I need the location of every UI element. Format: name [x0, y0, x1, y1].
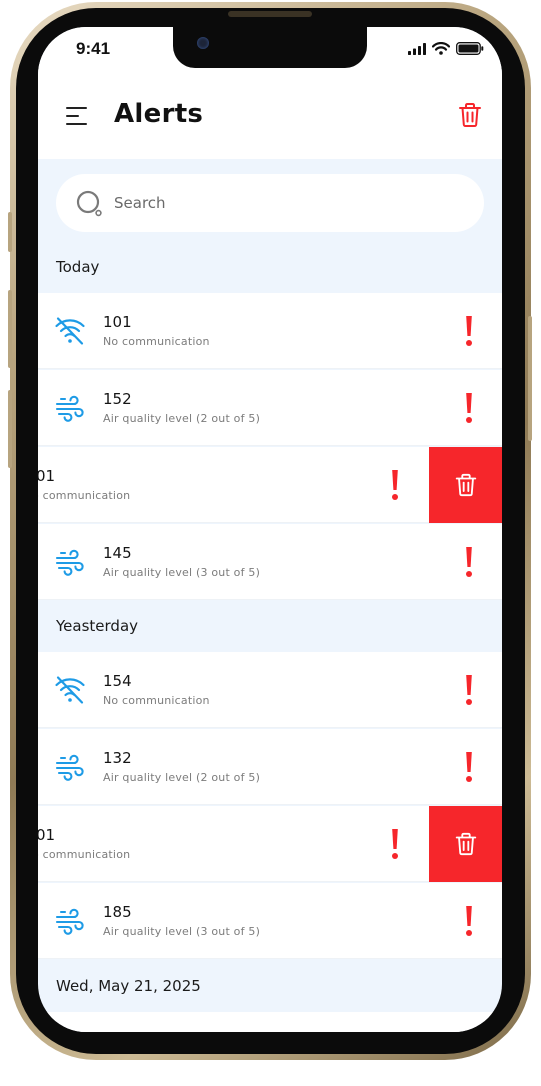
wind-icon — [55, 549, 84, 576]
exclamation-icon — [392, 470, 398, 500]
alert-row-swiped[interactable]: 01 o communication — [38, 447, 502, 523]
exclamation-icon — [466, 316, 472, 346]
camera-lens — [197, 37, 209, 49]
alert-row-swiped[interactable]: 01 o communication — [38, 806, 502, 882]
section-label-today: Today — [56, 258, 100, 276]
top-speaker-grille — [228, 11, 312, 17]
delete-button[interactable] — [429, 447, 502, 523]
volume-up-button — [8, 290, 12, 368]
alert-row[interactable]: 145 Air quality level (3 out of 5) — [38, 524, 502, 600]
status-icons — [408, 42, 484, 55]
search-icon — [76, 190, 102, 217]
alert-device-id: 152 — [103, 390, 132, 408]
wifi-off-icon — [55, 317, 85, 345]
alert-device-id: 154 — [103, 672, 132, 690]
volume-down-button — [8, 390, 12, 468]
trash-icon — [455, 832, 477, 856]
exclamation-icon — [466, 547, 472, 577]
silent-switch — [8, 212, 12, 252]
alert-row[interactable]: 132 Air quality level (2 out of 5) — [38, 729, 502, 805]
section-label-date: Wed, May 21, 2025 — [56, 977, 201, 995]
alert-device-id: 145 — [103, 544, 132, 562]
page-title: Alerts — [114, 99, 204, 129]
alert-device-id: 101 — [103, 313, 132, 331]
section-label-yesterday: Yeasterday — [56, 617, 139, 635]
alert-description: No communication — [103, 694, 210, 707]
wind-icon — [55, 908, 84, 935]
alert-row[interactable]: 101 No communication — [38, 293, 502, 369]
alert-device-id: 01 — [38, 467, 56, 485]
wifi-off-icon — [55, 676, 85, 704]
power-button — [528, 316, 532, 441]
alert-description: o communication — [38, 848, 131, 861]
cellular-signal-icon — [408, 42, 426, 55]
battery-icon — [456, 42, 484, 55]
search-input[interactable] — [114, 188, 454, 218]
exclamation-icon — [392, 829, 398, 859]
delete-all-trash-icon[interactable] — [456, 101, 484, 129]
wifi-icon — [432, 42, 450, 55]
alert-device-id: 132 — [103, 749, 132, 767]
trash-icon — [455, 473, 477, 497]
alert-description: Air quality level (2 out of 5) — [103, 771, 261, 784]
alert-device-id: 185 — [103, 903, 132, 921]
list-continuation — [38, 1012, 502, 1032]
exclamation-icon — [466, 393, 472, 423]
exclamation-icon — [466, 752, 472, 782]
alert-description: o communication — [38, 489, 131, 502]
alert-row[interactable]: 154 No communication — [38, 652, 502, 728]
exclamation-icon — [466, 906, 472, 936]
status-time: 9:41 — [76, 39, 111, 58]
alert-description: Air quality level (3 out of 5) — [103, 925, 261, 938]
alert-device-id: 01 — [38, 826, 56, 844]
alert-description: Air quality level (3 out of 5) — [103, 566, 261, 579]
alert-description: No communication — [103, 335, 210, 348]
notch — [173, 27, 367, 68]
exclamation-icon — [466, 675, 472, 705]
phone-screen: 9:41 Alerts Search Today 101 No communic… — [38, 27, 502, 1032]
delete-button[interactable] — [429, 806, 502, 882]
wind-icon — [55, 754, 84, 781]
app-header: Alerts — [38, 73, 502, 159]
alert-row[interactable]: 152 Air quality level (2 out of 5) — [38, 370, 502, 446]
alert-description: Air quality level (2 out of 5) — [103, 412, 261, 425]
wind-icon — [55, 395, 84, 422]
alert-row[interactable]: 185 Air quality level (3 out of 5) — [38, 883, 502, 959]
search-bar[interactable] — [56, 174, 484, 232]
menu-icon[interactable] — [64, 105, 90, 127]
